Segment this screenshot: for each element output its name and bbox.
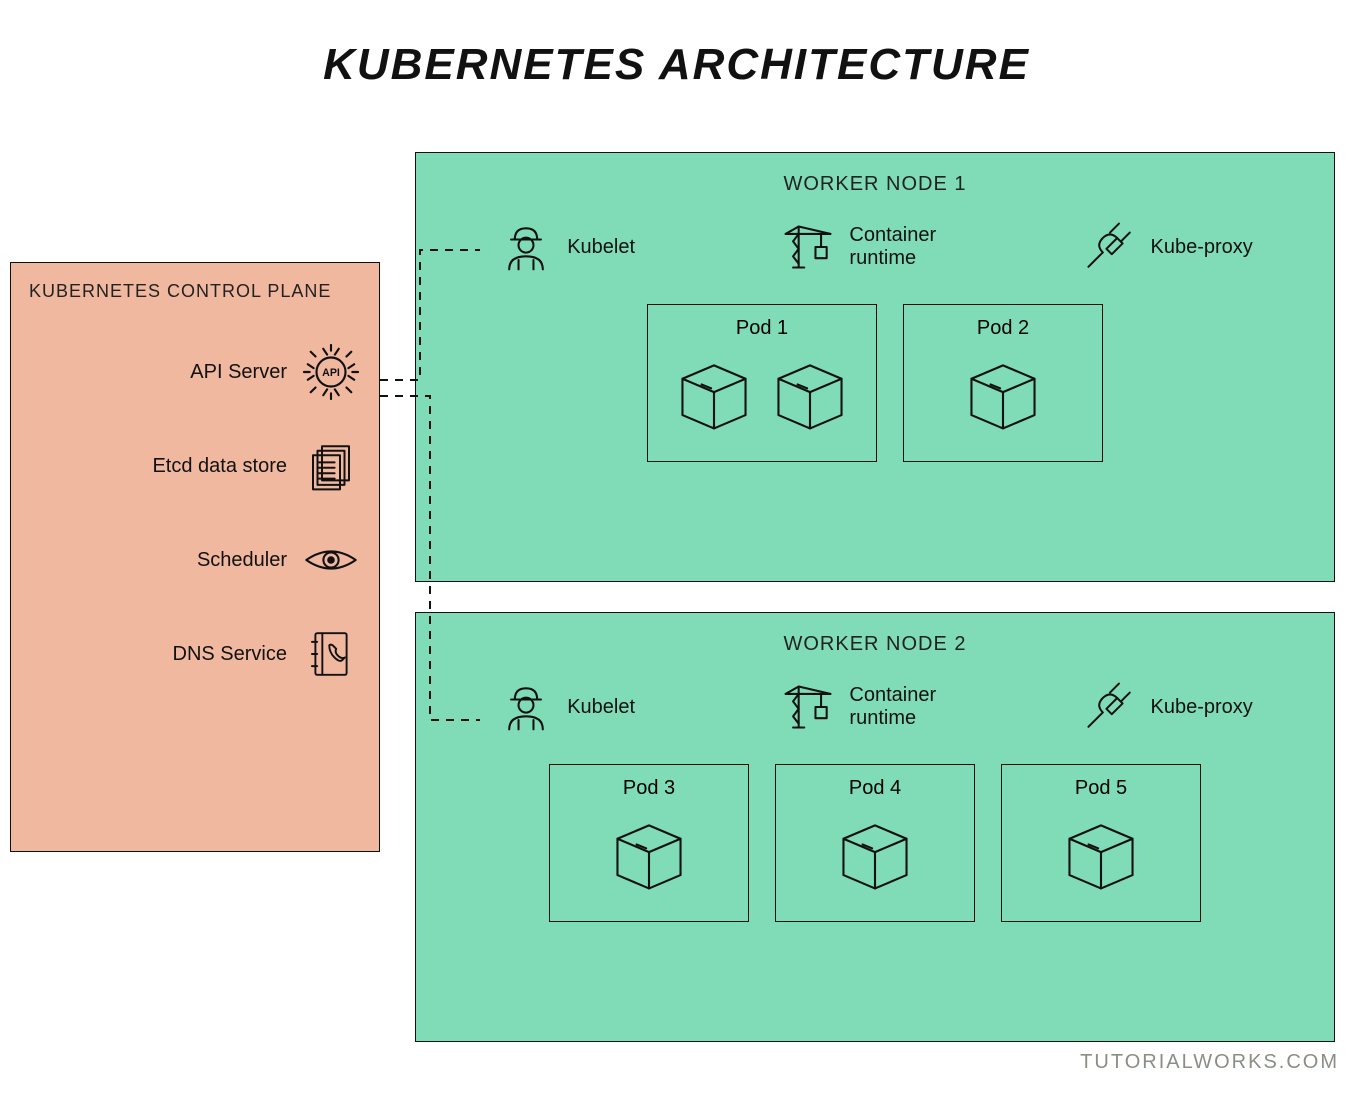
agent-kubelet: Kubelet [497,218,635,276]
pod-2: Pod 2 [903,304,1103,462]
agent-kube-proxy-2: Kube-proxy [1081,678,1253,736]
pod-1: Pod 1 [647,304,877,462]
worker-node-1: WORKER NODE 1 Kubelet Container runtime [415,152,1335,582]
dns-label: DNS Service [173,643,287,666]
pod-4: Pod 4 [775,764,975,922]
pod-3-title: Pod 3 [564,777,734,800]
diagram-canvas: KUBERNETES CONTROL PLANE API Server API … [0,120,1353,1080]
agent-kube-proxy: Kube-proxy [1081,218,1253,276]
pod-1-boxes [662,352,862,443]
cp-row-scheduler: Scheduler [29,530,361,590]
pod-3-boxes [564,812,734,903]
container-box-icon [960,352,1046,443]
worker-1-title: WORKER NODE 1 [440,173,1310,196]
worker-1-pods: Pod 1 Pod 2 [440,304,1310,462]
api-server-label: API Server [190,361,287,384]
worker-2-pods: Pod 3 Pod 4 Pod 5 [440,764,1310,922]
container-box-icon [606,812,692,903]
pod-4-boxes [790,812,960,903]
crane-icon [779,678,837,736]
control-plane-title: KUBERNETES CONTROL PLANE [29,281,361,302]
kube-proxy-label-2: Kube-proxy [1151,696,1253,719]
diagram-title: KUBERNETES ARCHITECTURE [0,0,1353,120]
eye-icon [301,530,361,590]
pod-1-title: Pod 1 [662,317,862,340]
plug-icon [1081,678,1139,736]
credit-label: TUTORIALWORKS.COM [1080,1051,1339,1074]
pod-3: Pod 3 [549,764,749,922]
document-stack-icon [301,436,361,496]
pod-4-title: Pod 4 [790,777,960,800]
kubelet-label-2: Kubelet [567,696,635,719]
pod-5: Pod 5 [1001,764,1201,922]
agent-container-runtime-2: Container runtime [779,678,936,736]
worker-1-agents: Kubelet Container runtime Kube-proxy [440,218,1310,276]
worker-node-2: WORKER NODE 2 Kubelet Container runtime [415,612,1335,1042]
container-box-icon [671,352,757,443]
kube-proxy-label: Kube-proxy [1151,236,1253,259]
cp-row-etcd: Etcd data store [29,436,361,496]
cp-row-dns: DNS Service [29,624,361,684]
container-box-icon [1058,812,1144,903]
pod-2-title: Pod 2 [918,317,1088,340]
container-runtime-label: Container runtime [849,224,936,270]
scheduler-label: Scheduler [197,549,287,572]
kubelet-label: Kubelet [567,236,635,259]
plug-icon [1081,218,1139,276]
agent-kubelet-2: Kubelet [497,678,635,736]
pod-5-title: Pod 5 [1016,777,1186,800]
pod-5-boxes [1016,812,1186,903]
pod-2-boxes [918,352,1088,443]
agent-container-runtime: Container runtime [779,218,936,276]
container-box-icon [767,352,853,443]
crane-icon [779,218,837,276]
container-runtime-label-2: Container runtime [849,684,936,730]
etcd-label: Etcd data store [152,455,287,478]
worker-2-agents: Kubelet Container runtime Kube-proxy [440,678,1310,736]
worker-person-icon [497,218,555,276]
cp-row-api-server: API Server API [29,342,361,402]
svg-text:API: API [322,367,340,379]
container-box-icon [832,812,918,903]
worker-person-icon [497,678,555,736]
api-gear-icon: API [301,342,361,402]
phonebook-icon [301,624,361,684]
worker-2-title: WORKER NODE 2 [440,633,1310,656]
control-plane-box: KUBERNETES CONTROL PLANE API Server API … [10,262,380,852]
